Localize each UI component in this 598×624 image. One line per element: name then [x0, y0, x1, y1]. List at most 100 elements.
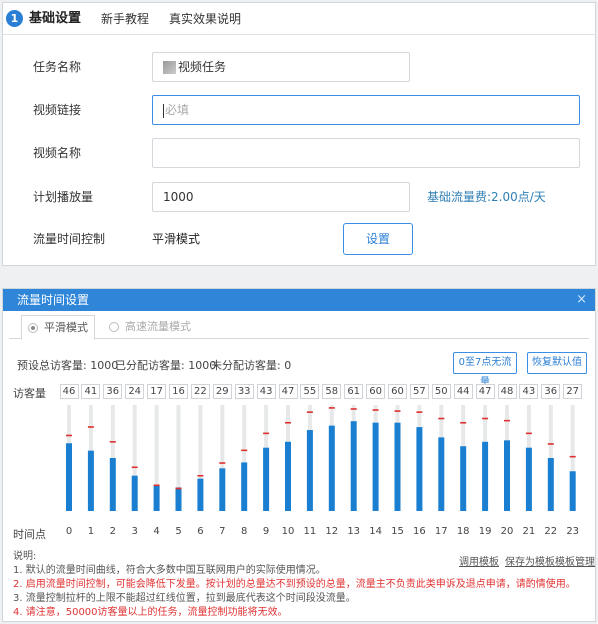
- tab-effect-explanation[interactable]: 真实效果说明: [169, 3, 241, 35]
- note-1: 1. 默认的流量时间曲线，符合大多数中国互联网用户的实际使用情况。: [13, 565, 326, 576]
- slider-bar[interactable]: [547, 458, 554, 511]
- max-limit-marker: [416, 411, 423, 413]
- slider-bar[interactable]: [328, 425, 335, 511]
- max-limit-marker: [525, 432, 532, 435]
- max-limit-marker: [438, 417, 445, 420]
- hour-label: 12: [325, 526, 339, 537]
- slider-bar[interactable]: [569, 471, 576, 511]
- slider-bar[interactable]: [460, 446, 467, 511]
- max-limit-marker: [350, 408, 357, 410]
- manage-template-link[interactable]: 模板管理: [555, 553, 595, 568]
- hour-label: 6: [197, 526, 204, 537]
- traffic-time-dialog: 流量时间设置 × 平滑模式 高速流量模式 预设总访客量: 1000 已分配访客量…: [2, 288, 596, 622]
- hour-label: 13: [347, 526, 361, 537]
- video-name-row: 视频名称: [3, 133, 597, 173]
- slider-bar[interactable]: [66, 443, 72, 511]
- slider-bar[interactable]: [416, 427, 423, 511]
- hour-label: 15: [391, 526, 404, 537]
- slider-bar[interactable]: [306, 430, 313, 511]
- play-count-row: 计划播放量 1000 基础流量费:2.00点/天: [3, 177, 597, 217]
- hour-label: 23: [566, 526, 580, 537]
- apply-template-link[interactable]: 调用模板: [459, 553, 499, 568]
- settings-tabs: 1 基础设置 新手教程 真实效果说明: [3, 3, 595, 35]
- hour-label: 20: [500, 526, 514, 537]
- video-link-input[interactable]: 必填: [152, 95, 580, 125]
- video-link-label: 视频链接: [33, 103, 82, 117]
- max-limit-marker: [482, 417, 489, 420]
- slider-bar[interactable]: [197, 478, 204, 511]
- slider-bar[interactable]: [285, 441, 291, 511]
- max-limit-marker: [394, 410, 401, 412]
- hour-label: 17: [434, 526, 448, 537]
- hour-label: 0: [65, 526, 73, 537]
- hour-label: 11: [303, 526, 317, 537]
- hour-label: 7: [219, 526, 226, 537]
- slider-bar[interactable]: [350, 421, 357, 511]
- slider-bar[interactable]: [263, 447, 270, 511]
- traffic-mode-value: 平滑模式: [152, 232, 201, 246]
- set-button[interactable]: 设置: [343, 223, 413, 255]
- slider-bar[interactable]: [175, 487, 182, 511]
- hour-label: 16: [413, 526, 426, 537]
- note-2: 2. 启用流量时间控制，可能会降低下发量。按计划的总量达不到预设的总量，流量主不…: [13, 579, 576, 590]
- slider-bar[interactable]: [394, 422, 401, 511]
- slider-bar[interactable]: [109, 458, 116, 511]
- hour-row-label: 时间点: [13, 528, 46, 541]
- max-limit-marker: [372, 409, 379, 411]
- max-limit-marker: [328, 407, 335, 409]
- basic-settings-panel: 1 基础设置 新手教程 真实效果说明 任务名称 视频任务 视频链接 必填 视频名…: [2, 2, 596, 266]
- hour-label: 22: [544, 526, 558, 537]
- slider-bar[interactable]: [241, 462, 248, 511]
- max-limit-marker: [197, 474, 204, 477]
- video-name-input[interactable]: [152, 138, 580, 168]
- max-limit-marker: [285, 421, 291, 424]
- max-limit-marker: [306, 411, 313, 413]
- traffic-control-row: 流量时间控制 平滑模式 设置: [3, 219, 597, 259]
- max-limit-marker: [87, 426, 94, 428]
- save-template-link[interactable]: 保存为模板: [505, 553, 555, 568]
- hour-label: 18: [456, 526, 470, 537]
- task-name-label: 任务名称: [33, 60, 82, 74]
- max-limit-marker: [153, 484, 160, 487]
- task-name-input[interactable]: 视频任务: [152, 52, 410, 82]
- hour-label: 21: [522, 526, 536, 537]
- max-limit-marker: [569, 455, 576, 458]
- hour-label: 3: [131, 526, 138, 537]
- hour-label: 8: [241, 526, 248, 537]
- slider-bar[interactable]: [131, 475, 138, 511]
- slider-bar[interactable]: [153, 485, 160, 511]
- hour-label: 2: [109, 526, 116, 537]
- hour-label: 19: [478, 526, 492, 537]
- task-name-value: 视频任务: [178, 60, 227, 74]
- play-count-label: 计划播放量: [33, 190, 94, 204]
- tab-basic-settings[interactable]: 基础设置: [29, 3, 81, 35]
- slider-bar[interactable]: [482, 441, 489, 511]
- slider-bar[interactable]: [525, 447, 532, 511]
- note-3: 3. 流量控制拉杆的上限不能超过红线位置，拉到最底代表这个时间段没流量。: [13, 593, 356, 604]
- base-traffic-fee: 基础流量费:2.00点/天: [427, 190, 546, 204]
- slider-bar[interactable]: [219, 468, 226, 511]
- play-count-input[interactable]: 1000: [152, 182, 410, 212]
- slider-bar[interactable]: [438, 437, 445, 511]
- max-limit-marker: [131, 466, 138, 469]
- max-limit-marker: [219, 462, 226, 464]
- video-name-label: 视频名称: [33, 146, 82, 160]
- slider-bar[interactable]: [504, 440, 510, 511]
- slider-bar[interactable]: [87, 450, 94, 511]
- hour-label: 5: [175, 526, 182, 537]
- hour-label: 14: [369, 526, 382, 537]
- notes-title: 说明:: [13, 551, 37, 562]
- blurred-prefix: [163, 61, 176, 74]
- max-limit-marker: [66, 434, 72, 437]
- note-4: 4. 请注意，50000访客量以上的任务，流量控制功能将无效。: [13, 607, 288, 618]
- max-limit-marker: [241, 449, 248, 452]
- slider-bar[interactable]: [372, 422, 379, 511]
- traffic-slider-chart: [66, 405, 576, 511]
- task-name-row: 任务名称 视频任务: [3, 47, 597, 87]
- step-number-badge: 1: [6, 10, 23, 27]
- hour-label: 10: [281, 526, 295, 537]
- hour-label: 4: [153, 526, 160, 537]
- max-limit-marker: [504, 419, 510, 422]
- traffic-control-label: 流量时间控制: [33, 232, 106, 246]
- tab-tutorial[interactable]: 新手教程: [101, 3, 149, 35]
